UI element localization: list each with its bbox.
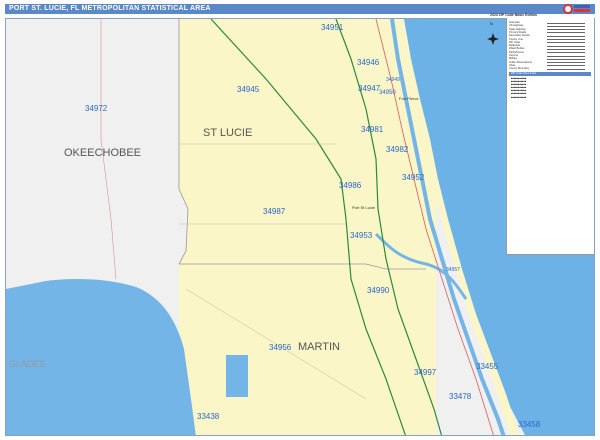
map-title: PORT ST. LUCIE, FL METROPOLITAN STATISTI… <box>9 5 211 12</box>
zip-label: 34951 <box>321 23 344 32</box>
zip-label: 34982 <box>386 145 409 154</box>
zip-label: 34946 <box>357 58 380 67</box>
legend-row-sample <box>547 35 585 37</box>
zip-label: 34956 <box>269 343 292 352</box>
legend-row-sample <box>547 25 585 27</box>
zip-label: 33458 <box>518 420 541 429</box>
zip-label: 34953 <box>350 231 373 240</box>
place-label-port-st-lucie: Port St Lucie <box>352 205 375 210</box>
county-label-okeechobee: OKEECHOBEE <box>64 147 142 159</box>
legend-row-sample <box>547 42 585 44</box>
cities-col-1: ■■■■■■■■■■■ ■■■■■■■■■■■ ■■■■■■■■■■■ ■■■■■■■… <box>511 78 527 99</box>
county-label-st-lucie: ST LUCIE <box>203 127 253 139</box>
legend-row-sample <box>547 32 585 34</box>
legend-row-sample <box>547 65 585 67</box>
zip-label: 34987 <box>263 207 286 216</box>
zip-label: 33478 <box>449 392 472 401</box>
zip-label: 34990 <box>367 286 390 295</box>
legend-row-sample <box>547 62 585 64</box>
zip-label: 34952 <box>402 173 425 182</box>
map-legend: Interstate US Highway State Highway Primary… <box>506 18 594 255</box>
legend-row-sample <box>547 45 585 47</box>
zip-label: 34947 <box>358 84 381 93</box>
zip-label: 33455 <box>476 362 499 371</box>
zip-label: 34949 <box>386 77 400 83</box>
legend-row-label: County Boundary <box>509 67 530 71</box>
county-label-glades: GLADES <box>9 359 46 369</box>
place-label-fort-pierce: Fort Pierce <box>399 96 419 101</box>
legend-row-sample <box>547 68 585 70</box>
martin-lake <box>226 355 248 397</box>
zip-label: 34945 <box>237 85 260 94</box>
map-frame: PORT ST. LUCIE, FL METROPOLITAN STATISTI… <box>0 0 600 440</box>
zip-label: 33438 <box>197 412 220 421</box>
legend-row-sample <box>547 55 585 57</box>
zip-label: 34981 <box>361 125 384 134</box>
legend-row-sample <box>547 48 585 50</box>
zip-label: 34972 <box>85 104 108 113</box>
zip-label: 34957 <box>446 267 460 273</box>
zip-label: 34997 <box>414 368 437 377</box>
zip-label: 34950 <box>379 90 396 96</box>
zip-label: 34986 <box>339 181 362 190</box>
county-label-martin: MARTIN <box>298 341 340 353</box>
edition-label: 2023 ZIP Code Basic Edition <box>490 13 538 17</box>
legend-row-sample <box>547 58 585 60</box>
legend-row-sample <box>547 39 585 40</box>
legend-row-sample <box>547 22 585 24</box>
publisher-logo <box>563 4 590 14</box>
legend-row-sample <box>547 29 585 31</box>
legend-row-sample <box>547 52 585 54</box>
compass-north-label: N <box>490 21 493 26</box>
cities-index-header: ZIP Code Cities Index <box>509 72 591 76</box>
